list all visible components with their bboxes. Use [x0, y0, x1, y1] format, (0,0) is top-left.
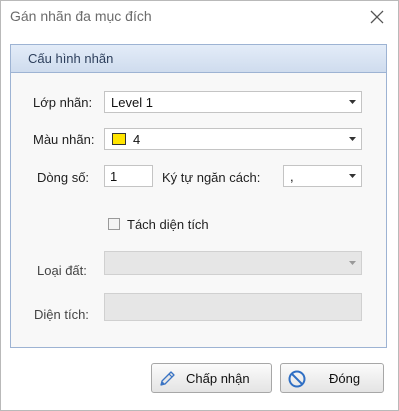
split-area-label: Tách diện tích: [127, 217, 209, 232]
area-input[interactable]: [104, 293, 362, 321]
chevron-down-icon: [349, 261, 356, 265]
no-entry-icon: [288, 370, 306, 388]
separator-value: ,: [290, 169, 294, 184]
group-header: Cấu hình nhãn: [11, 45, 386, 73]
land-type-combobox[interactable]: [104, 251, 362, 275]
line-number-input[interactable]: 1: [104, 165, 153, 187]
window-close-button[interactable]: [366, 6, 388, 28]
chevron-down-icon: [349, 174, 356, 178]
line-number-label: Dòng số:: [37, 170, 90, 185]
checkbox-box[interactable]: [108, 218, 120, 230]
color-combobox[interactable]: 4: [104, 128, 362, 150]
accept-button[interactable]: Chấp nhận: [151, 363, 272, 393]
dialog-window: Gán nhãn đa mục đích Cấu hình nhãn Lớp n…: [0, 0, 399, 411]
close-icon: [370, 10, 384, 24]
layer-combobox[interactable]: Level 1: [104, 91, 362, 113]
title-bar: Gán nhãn đa mục đích: [1, 1, 398, 33]
color-label: Màu nhãn:: [33, 132, 95, 147]
group-title: Cấu hình nhãn: [28, 51, 114, 66]
chevron-down-icon: [349, 100, 356, 104]
land-type-label: Loại đất:: [37, 263, 87, 278]
close-button[interactable]: Đóng: [280, 363, 384, 393]
line-number-value: 1: [110, 169, 118, 184]
pencil-icon: [160, 371, 175, 386]
layer-label: Lớp nhãn:: [33, 95, 93, 110]
area-label: Diện tích:: [34, 307, 89, 322]
accept-button-label: Chấp nhận: [186, 371, 250, 386]
close-button-label: Đóng: [329, 371, 361, 386]
color-swatch: [112, 133, 126, 145]
layer-value: Level 1: [111, 95, 153, 110]
window-title: Gán nhãn đa mục đích: [10, 8, 152, 24]
separator-combobox[interactable]: ,: [283, 165, 362, 187]
color-value: 4: [133, 132, 141, 147]
separator-label: Ký tự ngăn cách:: [162, 170, 261, 185]
chevron-down-icon: [349, 137, 356, 141]
